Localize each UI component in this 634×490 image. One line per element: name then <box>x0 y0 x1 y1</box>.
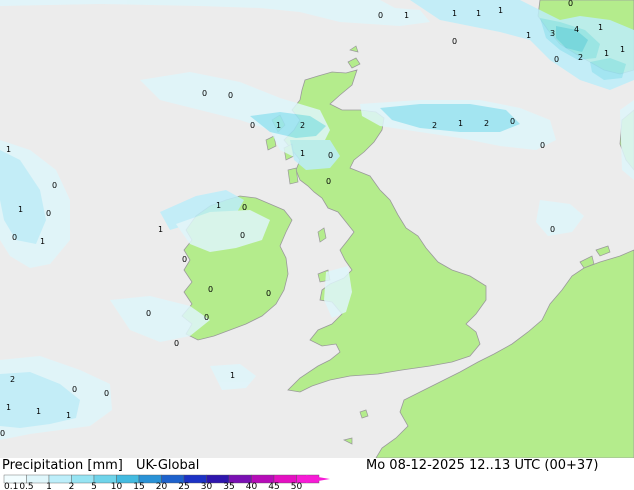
map-label: 0 <box>228 91 233 100</box>
map-label: 0 <box>250 121 255 130</box>
map-label: 0 <box>550 225 555 234</box>
valid-time: Mo 08-12-2025 12..13 UTC (00+37) <box>366 458 599 473</box>
map-label: 0 <box>174 339 179 348</box>
map-label: 0 <box>204 313 209 322</box>
map-label: 1 <box>598 23 603 32</box>
legend-tick-label: 45 <box>268 482 279 490</box>
map-label: 0 <box>12 233 17 242</box>
map-label: 1 <box>36 407 41 416</box>
map-label: 1 <box>458 119 463 128</box>
legend-tick-label: 2 <box>69 482 75 490</box>
legend-tick-label: 50 <box>291 482 303 490</box>
map-label: 1 <box>216 201 221 210</box>
legend-tick-label: 0.1 <box>4 482 18 490</box>
map-label: 1 <box>18 205 23 214</box>
map-label: 2 <box>432 121 437 130</box>
map-label: 2 <box>300 121 305 130</box>
map-label: 0 <box>208 285 213 294</box>
legend-tick-label: 20 <box>156 482 168 490</box>
map-label: 1 <box>404 11 409 20</box>
map-label: 0 <box>72 385 77 394</box>
map-label: 3 <box>550 29 555 38</box>
map-label: 0 <box>52 181 57 190</box>
map-label: 1 <box>604 49 609 58</box>
map-label: 0 <box>202 89 207 98</box>
map-label: 1 <box>620 45 625 54</box>
legend-tick-label: 15 <box>133 482 144 490</box>
map-label: 0 <box>328 151 333 160</box>
map-label: 0 <box>146 309 151 318</box>
map-footer: Precipitation [mm] UK-Global Mo 08-12-20… <box>0 458 634 490</box>
precipitation-map: 0 1 1 1 0 1 3 4 1 1 2 0 1 1 0 0 0 0 1 2 … <box>0 0 634 459</box>
map-label: 0 <box>568 0 573 8</box>
map-label: 1 <box>40 237 45 246</box>
map-label: 0 <box>326 177 331 186</box>
legend-tick-label: 5 <box>91 482 97 490</box>
map-label: 0 <box>554 55 559 64</box>
map-label: 0 <box>510 117 515 126</box>
legend-tick-label: 0.5 <box>19 482 33 490</box>
map-label: 1 <box>526 31 531 40</box>
map-label: 2 <box>578 53 583 62</box>
map-label: 0 <box>266 289 271 298</box>
map-label: 1 <box>476 9 481 18</box>
map-label: 0 <box>182 255 187 264</box>
map-label: 1 <box>230 371 235 380</box>
map-label: 1 <box>276 121 281 130</box>
map-label: 0 <box>242 203 247 212</box>
map-label: 1 <box>300 149 305 158</box>
legend-tick-label: 40 <box>246 482 258 490</box>
color-legend: 0.1 0.5 1 2 5 10 15 20 25 30 35 40 45 50 <box>3 474 330 490</box>
map-label: 1 <box>158 225 163 234</box>
map-label: 1 <box>6 403 11 412</box>
map-label: 0 <box>104 389 109 398</box>
map-label: 0 <box>378 11 383 20</box>
map-label: 0 <box>540 141 545 150</box>
map-label: 1 <box>498 6 503 15</box>
map-label: 2 <box>10 375 15 384</box>
model-name: UK-Global <box>136 458 200 473</box>
map-label: 1 <box>66 411 71 420</box>
map-label: 0 <box>46 209 51 218</box>
legend-tick-label: 10 <box>111 482 123 490</box>
legend-tick-label: 35 <box>223 482 234 490</box>
map-label: 0 <box>452 37 457 46</box>
map-label: 2 <box>484 119 489 128</box>
map-label: 4 <box>574 25 579 34</box>
legend-tick-label: 1 <box>46 482 52 490</box>
legend-tick-label: 30 <box>201 482 213 490</box>
legend-tick-label: 25 <box>178 482 189 490</box>
variable-title: Precipitation [mm] <box>2 458 123 473</box>
map-label: 1 <box>6 145 11 154</box>
map-label: 1 <box>452 9 457 18</box>
map-label: 0 <box>0 429 5 438</box>
map-label: 0 <box>240 231 245 240</box>
